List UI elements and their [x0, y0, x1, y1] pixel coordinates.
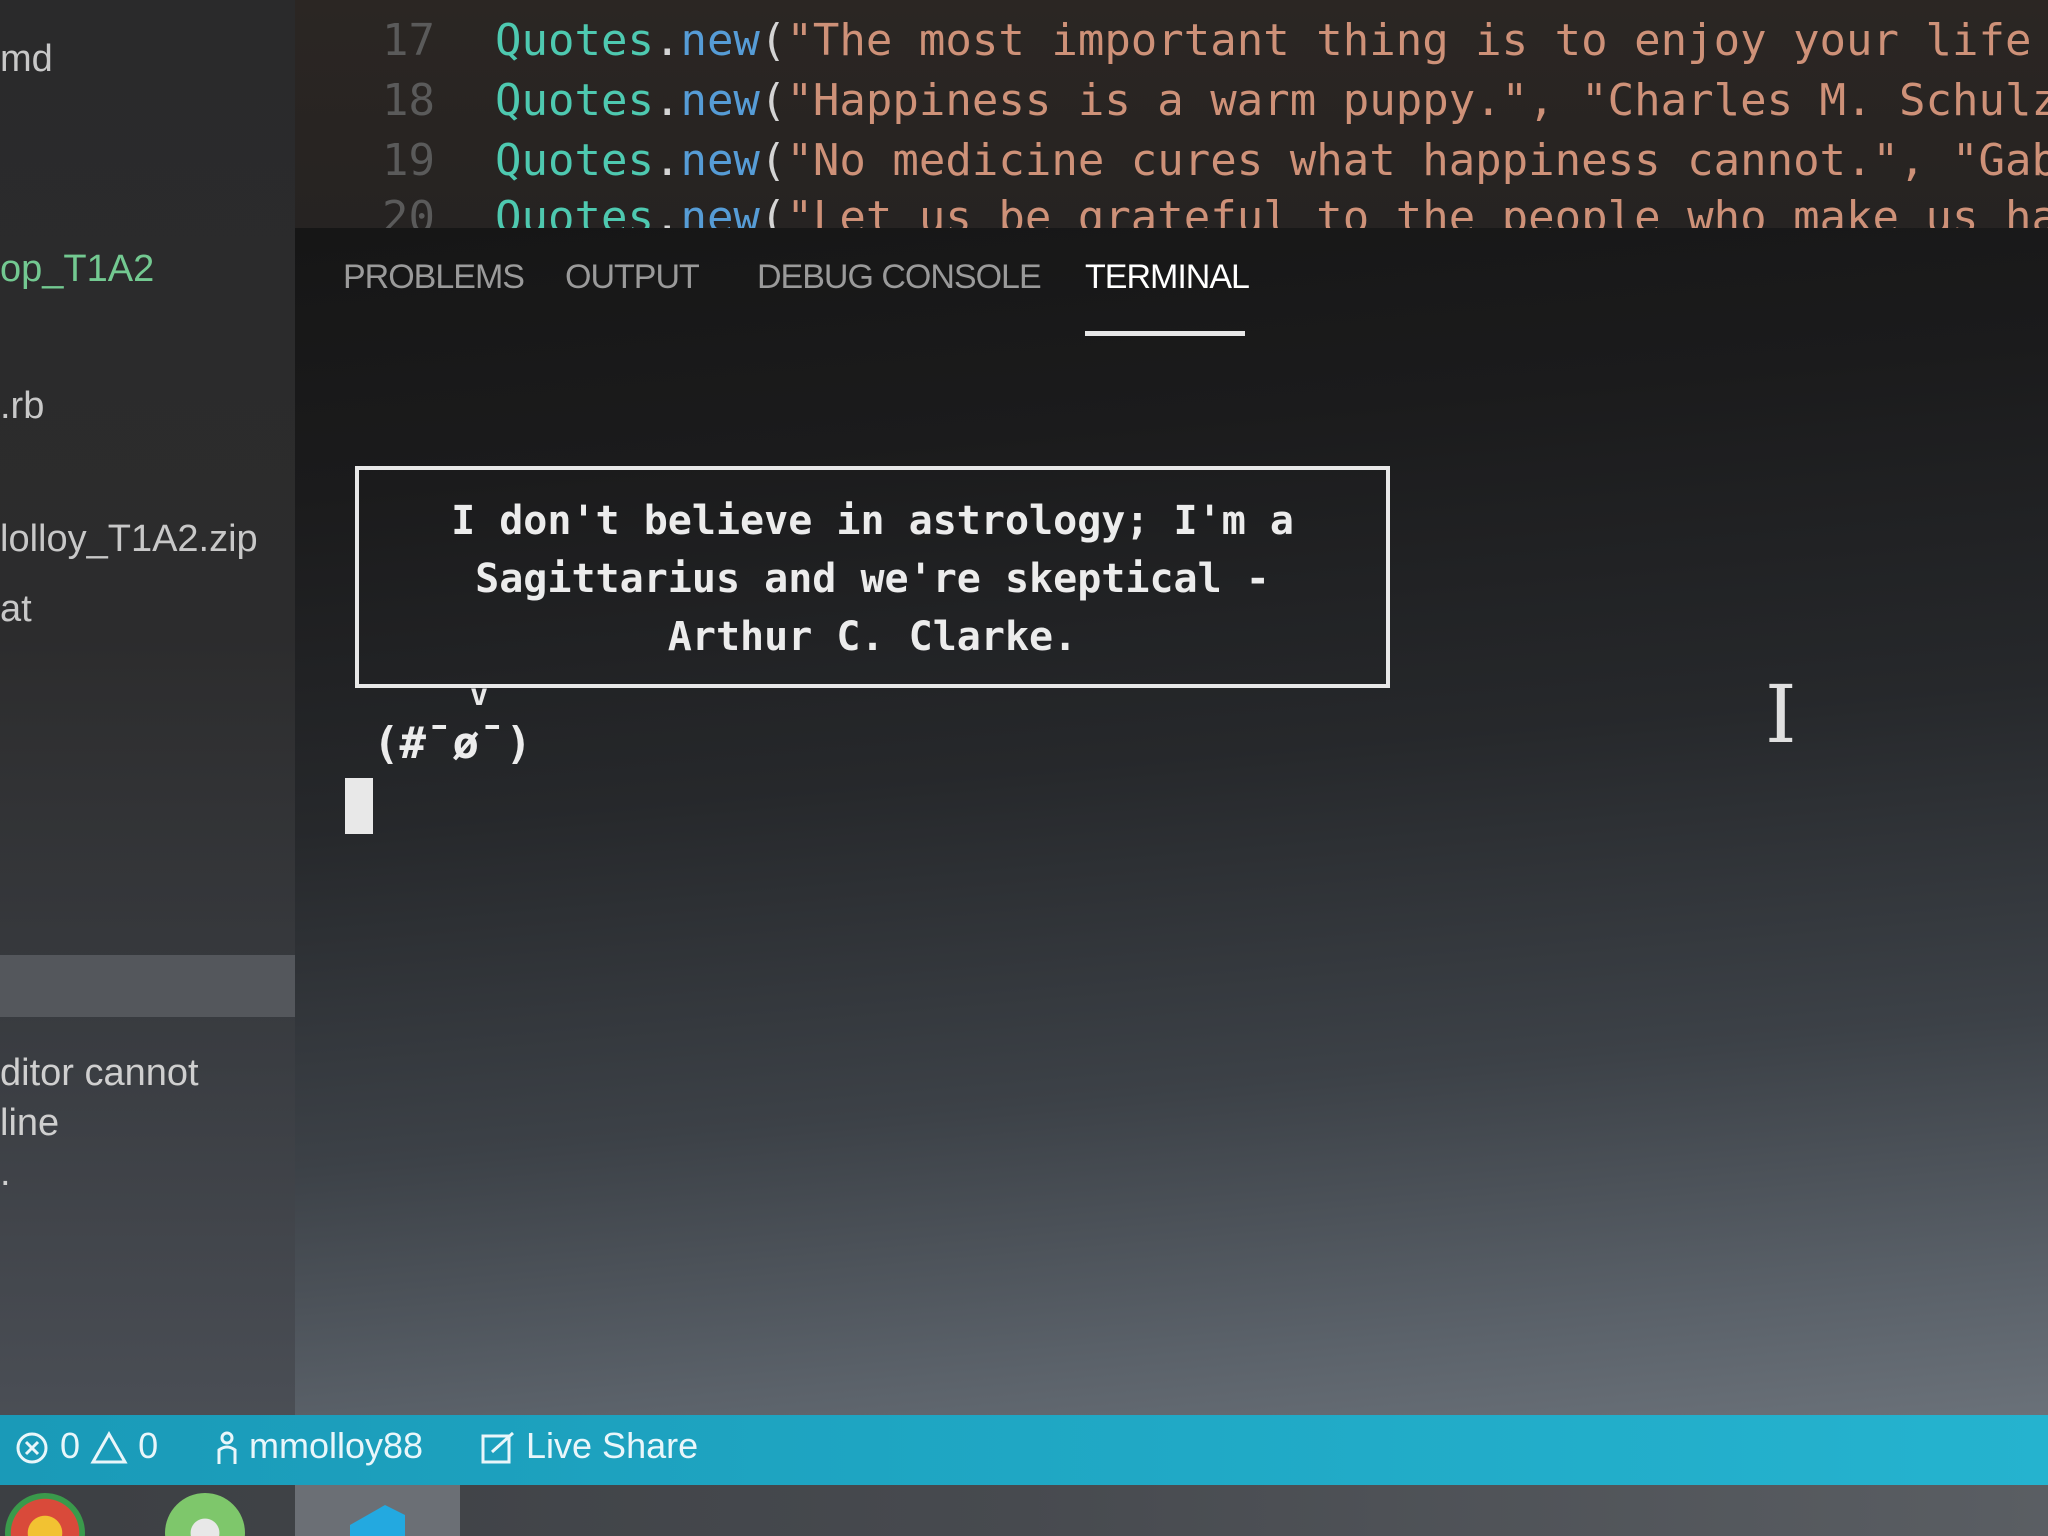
line-number: 20	[382, 192, 435, 228]
app-icon[interactable]	[165, 1493, 245, 1536]
bottom-panel: PROBLEMS OUTPUT DEBUG CONSOLE TERMINAL I…	[295, 228, 2048, 1415]
account-name: mmolloy88	[249, 1425, 424, 1466]
quote-line: Sagittarius and we're skeptical -	[475, 556, 1270, 602]
panel-tabs: PROBLEMS OUTPUT DEBUG CONSOLE TERMINAL	[295, 258, 2048, 338]
account-status[interactable]: mmolloy88	[215, 1425, 423, 1467]
file-item[interactable]: md	[0, 38, 53, 81]
ascii-face: (#¯ø¯)	[373, 718, 532, 769]
active-tab-indicator	[1085, 331, 1245, 336]
tab-terminal[interactable]: TERMINAL	[1085, 258, 1250, 297]
file-item[interactable]: at	[0, 588, 32, 631]
os-taskbar	[0, 1485, 2048, 1536]
status-bar: 0 0 mmolloy88 Live Share	[0, 1415, 2048, 1485]
live-share-label: Live Share	[526, 1425, 699, 1466]
line-number: 19	[382, 135, 435, 186]
editor-notice-line: line	[0, 1102, 60, 1144]
ibeam-cursor-icon: I	[1765, 668, 1797, 761]
quote-line: I don't believe in astrology; I'm a	[451, 498, 1294, 544]
tab-debug-console[interactable]: DEBUG CONSOLE	[757, 258, 1042, 297]
file-item[interactable]: lolloy_T1A2.zip	[0, 518, 258, 561]
folder-item[interactable]: op_T1A2	[0, 248, 154, 291]
file-item[interactable]: .rb	[0, 385, 44, 428]
chrome-icon[interactable]	[5, 1493, 85, 1536]
vscode-icon	[350, 1505, 405, 1536]
speech-tail: v	[470, 678, 489, 713]
person-icon	[217, 1431, 237, 1465]
line-number: 18	[382, 75, 435, 126]
selected-row-highlight[interactable]	[0, 955, 295, 1017]
vscode-taskbar-item[interactable]	[295, 1485, 460, 1536]
editor-notice-line: ditor cannot	[0, 1052, 199, 1094]
tab-problems[interactable]: PROBLEMS	[343, 258, 525, 297]
code-editor[interactable]: 17 Quotes.new("The most important thing …	[295, 0, 2048, 228]
code-text: Quotes.new("No medicine cures what happi…	[495, 135, 2048, 186]
code-text: Quotes.new("Happiness is a warm puppy.",…	[495, 75, 2048, 126]
error-count: 0	[60, 1425, 81, 1466]
problems-status[interactable]: 0 0	[14, 1425, 158, 1467]
warning-count: 0	[138, 1425, 159, 1466]
code-text: Quotes.new("Let us be grateful to the pe…	[495, 192, 2048, 228]
line-number: 17	[382, 15, 435, 66]
code-text: Quotes.new("The most important thing is …	[495, 15, 2032, 66]
editor-notice-line: .	[0, 1152, 11, 1194]
explorer-sidebar: md op_T1A2 .rb lolloy_T1A2.zip at ditor …	[0, 0, 295, 1415]
tab-output[interactable]: OUTPUT	[565, 258, 700, 297]
warning-icon	[90, 1431, 128, 1464]
quote-line: Arthur C. Clarke.	[667, 614, 1078, 660]
terminal-cursor[interactable]	[345, 778, 373, 834]
live-share-button[interactable]: Live Share	[480, 1425, 698, 1467]
live-share-icon	[481, 1432, 515, 1464]
error-icon	[16, 1432, 48, 1464]
